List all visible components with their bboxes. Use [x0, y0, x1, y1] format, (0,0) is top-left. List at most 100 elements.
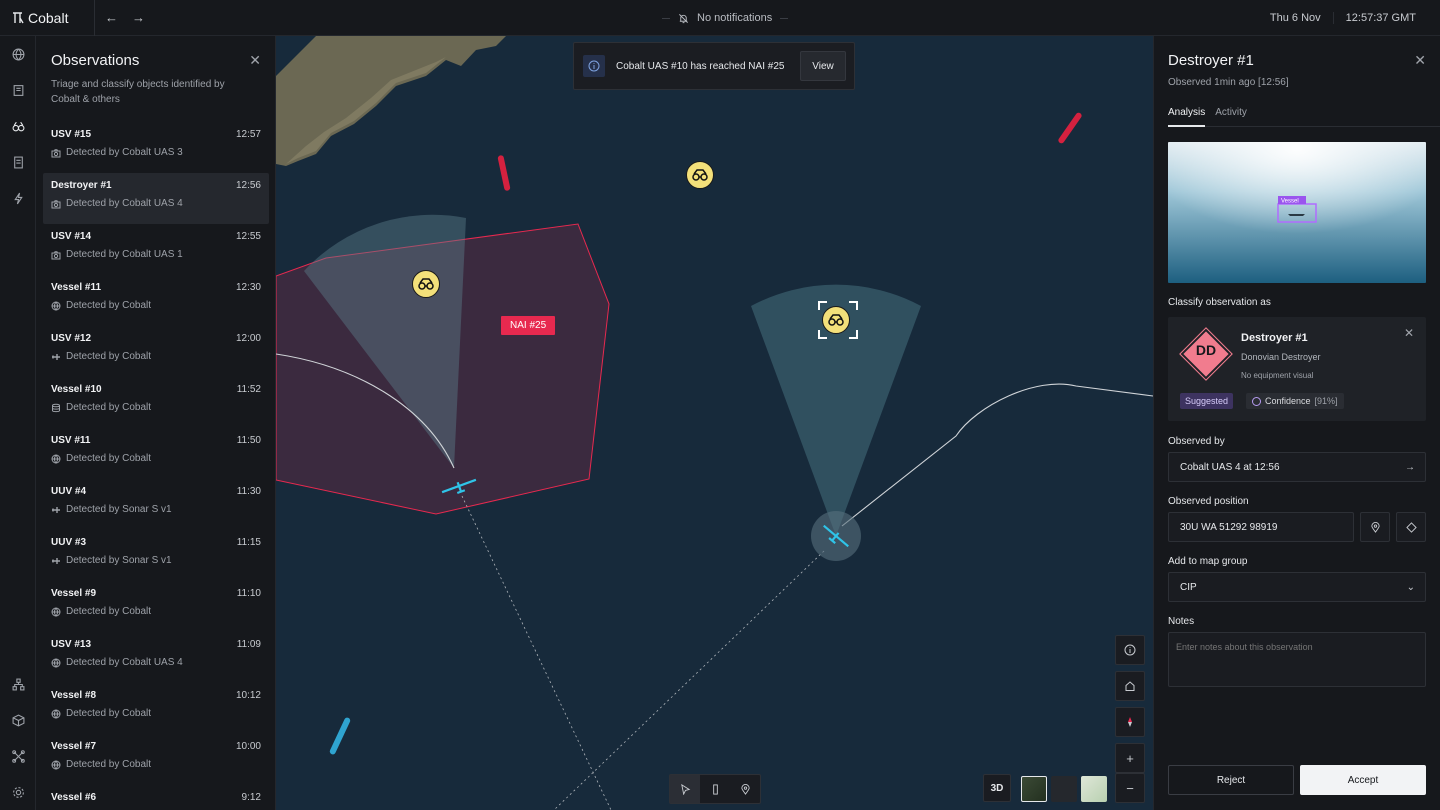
position-value: 30U WA 51292 98919	[1180, 521, 1278, 533]
selected-observation-marker[interactable]	[822, 306, 850, 334]
notes-input[interactable]	[1168, 632, 1426, 687]
close-icon[interactable]: ✕	[249, 52, 261, 69]
hierarchy-nav-icon[interactable]	[0, 666, 36, 702]
observation-source-text: Detected by Sonar S v1	[66, 555, 172, 566]
observation-detail-panel: Destroyer #1 ✕ Observed 1min ago [12:56]…	[1153, 36, 1440, 810]
forward-arrow-icon[interactable]: →	[132, 10, 145, 25]
zoom-out-icon[interactable]: −	[1115, 773, 1145, 803]
basemap-light-thumb[interactable]	[1081, 776, 1107, 802]
observation-source: Detected by Cobalt	[51, 351, 151, 362]
compass-icon[interactable]	[1115, 707, 1145, 737]
observation-time: 10:12	[235, 690, 261, 701]
notes-label: Notes	[1168, 616, 1195, 627]
observation-list-item[interactable]: Vessel #8 10:12 Detected by Cobalt	[43, 683, 269, 734]
tab-activity[interactable]: Activity	[1215, 107, 1247, 127]
cursor-tool-icon[interactable]	[670, 775, 700, 803]
observation-name: Vessel #11	[51, 282, 102, 293]
observation-source-text: Detected by Cobalt UAS 3	[66, 147, 183, 158]
hostile-vessel-1	[497, 155, 511, 191]
observation-source-text: Detected by Cobalt	[66, 708, 152, 719]
home-icon[interactable]	[1115, 671, 1145, 701]
clock: Thu 6 Nov 12:57:37 GMT	[1258, 0, 1428, 36]
notification-toast: Cobalt UAS #10 has reached NAI #25 View	[573, 42, 855, 90]
drone-nav-icon[interactable]	[0, 738, 36, 774]
book-nav-icon[interactable]	[0, 72, 36, 108]
observation-name: Vessel #9	[51, 588, 97, 599]
observation-list-item[interactable]: Vessel #10 11:52 Detected by Cobalt	[43, 377, 269, 428]
pin-tool-icon[interactable]	[730, 775, 760, 803]
observation-list-item[interactable]: UUV #4 11:30 Detected by Sonar S v1	[43, 479, 269, 530]
info-icon	[583, 55, 605, 77]
map-group-select[interactable]: CIP ⌄	[1168, 572, 1426, 602]
observation-photo[interactable]: Vessel	[1168, 142, 1426, 283]
observed-by-value: Cobalt UAS 4 at 12:56	[1180, 461, 1280, 473]
observation-list-item[interactable]: USV #12 12:00 Detected by Cobalt	[43, 326, 269, 377]
observation-time: 12:57	[235, 129, 261, 140]
observation-name: USV #13	[51, 639, 92, 650]
observation-list-item[interactable]: Destroyer #1 12:56 Detected by Cobalt UAS …	[43, 173, 269, 224]
observation-list-item[interactable]: Vessel #11 12:30 Detected by Cobalt	[43, 275, 269, 326]
observation-list: USV #15 12:57 Detected by Cobalt UAS 3 Dest…	[36, 122, 275, 810]
binoculars-nav-icon[interactable]	[0, 108, 36, 144]
observation-list-item[interactable]: USV #15 12:57 Detected by Cobalt UAS 3	[43, 122, 269, 173]
ruler-tool-icon[interactable]	[700, 775, 730, 803]
observation-list-item[interactable]: Vessel #9 11:10 Detected by Cobalt	[43, 581, 269, 632]
map-view[interactable]: Cobalt UAS #10 has reached NAI #25 View …	[276, 36, 1153, 810]
back-arrow-icon[interactable]: ←	[105, 10, 118, 25]
tab-analysis[interactable]: Analysis	[1168, 107, 1206, 127]
document-nav-icon[interactable]	[0, 144, 36, 180]
observed-time: Observed 1min ago [12:56]	[1168, 77, 1289, 88]
locate-pin-icon[interactable]	[1360, 512, 1390, 542]
observation-source: Detected by Cobalt UAS 4	[51, 198, 183, 209]
observation-time: 11:10	[236, 588, 261, 599]
globe-icon	[51, 454, 61, 464]
toast-view-button[interactable]: View	[800, 51, 846, 81]
crosshair-icon[interactable]	[1396, 512, 1426, 542]
basemap-dark-thumb[interactable]	[1051, 776, 1077, 802]
observation-marker-binoculars[interactable]	[412, 270, 440, 298]
app-logo[interactable]: Cobalt	[0, 10, 80, 26]
observation-list-item[interactable]: Vessel #7 10:00 Detected by Cobalt	[43, 734, 269, 785]
toggle-3d-button[interactable]: 3D	[983, 774, 1011, 802]
classification-type: Donovian Destroyer	[1241, 352, 1321, 362]
map-info-icon[interactable]	[1115, 635, 1145, 665]
observation-source-text: Detected by Cobalt	[66, 351, 152, 362]
nai-label[interactable]: NAI #25	[501, 316, 556, 335]
observation-name: Vessel #6	[51, 792, 97, 803]
observed-by-label: Observed by	[1168, 436, 1225, 447]
observation-list-item[interactable]: Vessel #6 9:12	[43, 785, 269, 810]
reject-button[interactable]: Reject	[1168, 765, 1294, 795]
observation-name: Destroyer #1	[51, 180, 112, 191]
globe-nav-icon[interactable]	[0, 36, 36, 72]
lightning-nav-icon[interactable]	[0, 180, 36, 216]
observation-list-item[interactable]: USV #14 12:55 Detected by Cobalt UAS 1	[43, 224, 269, 275]
observation-source: Detected by Cobalt	[51, 300, 151, 311]
history-nav: ← →	[94, 0, 145, 36]
observation-source-text: Detected by Cobalt	[66, 300, 152, 311]
position-field[interactable]: 30U WA 51292 98919	[1168, 512, 1354, 542]
map-group-label: Add to map group	[1168, 556, 1248, 567]
settings-gear-icon[interactable]	[0, 774, 36, 810]
observation-source-text: Detected by Cobalt	[66, 606, 152, 617]
cube-nav-icon[interactable]	[0, 702, 36, 738]
observation-time: 11:30	[236, 486, 261, 497]
basemap-satellite-thumb[interactable]	[1021, 776, 1047, 802]
camera-icon	[51, 148, 61, 158]
remove-classification-icon[interactable]: ✕	[1404, 326, 1414, 340]
observation-list-item[interactable]: UUV #3 11:15 Detected by Sonar S v1	[43, 530, 269, 581]
classification-card[interactable]: DD Destroyer #1 Donovian Destroyer No eq…	[1168, 317, 1426, 421]
zoom-in-icon[interactable]: +	[1115, 743, 1145, 773]
hostile-vessel-2	[1058, 112, 1082, 144]
close-icon[interactable]: ✕	[1414, 52, 1426, 69]
accept-button[interactable]: Accept	[1300, 765, 1426, 795]
observation-time: 11:09	[236, 639, 261, 650]
notifications-indicator[interactable]: No notifications	[662, 0, 789, 36]
observation-time: 9:12	[241, 792, 261, 803]
map-tools	[669, 774, 761, 804]
observation-list-item[interactable]: USV #11 11:50 Detected by Cobalt	[43, 428, 269, 479]
observation-marker-binoculars[interactable]	[686, 161, 714, 189]
observation-list-item[interactable]: USV #13 11:09 Detected by Cobalt UAS 4	[43, 632, 269, 683]
observed-by-field[interactable]: Cobalt UAS 4 at 12:56 →	[1168, 452, 1426, 482]
notifications-text: No notifications	[697, 12, 773, 24]
uav-dotted-path-2	[553, 550, 825, 810]
